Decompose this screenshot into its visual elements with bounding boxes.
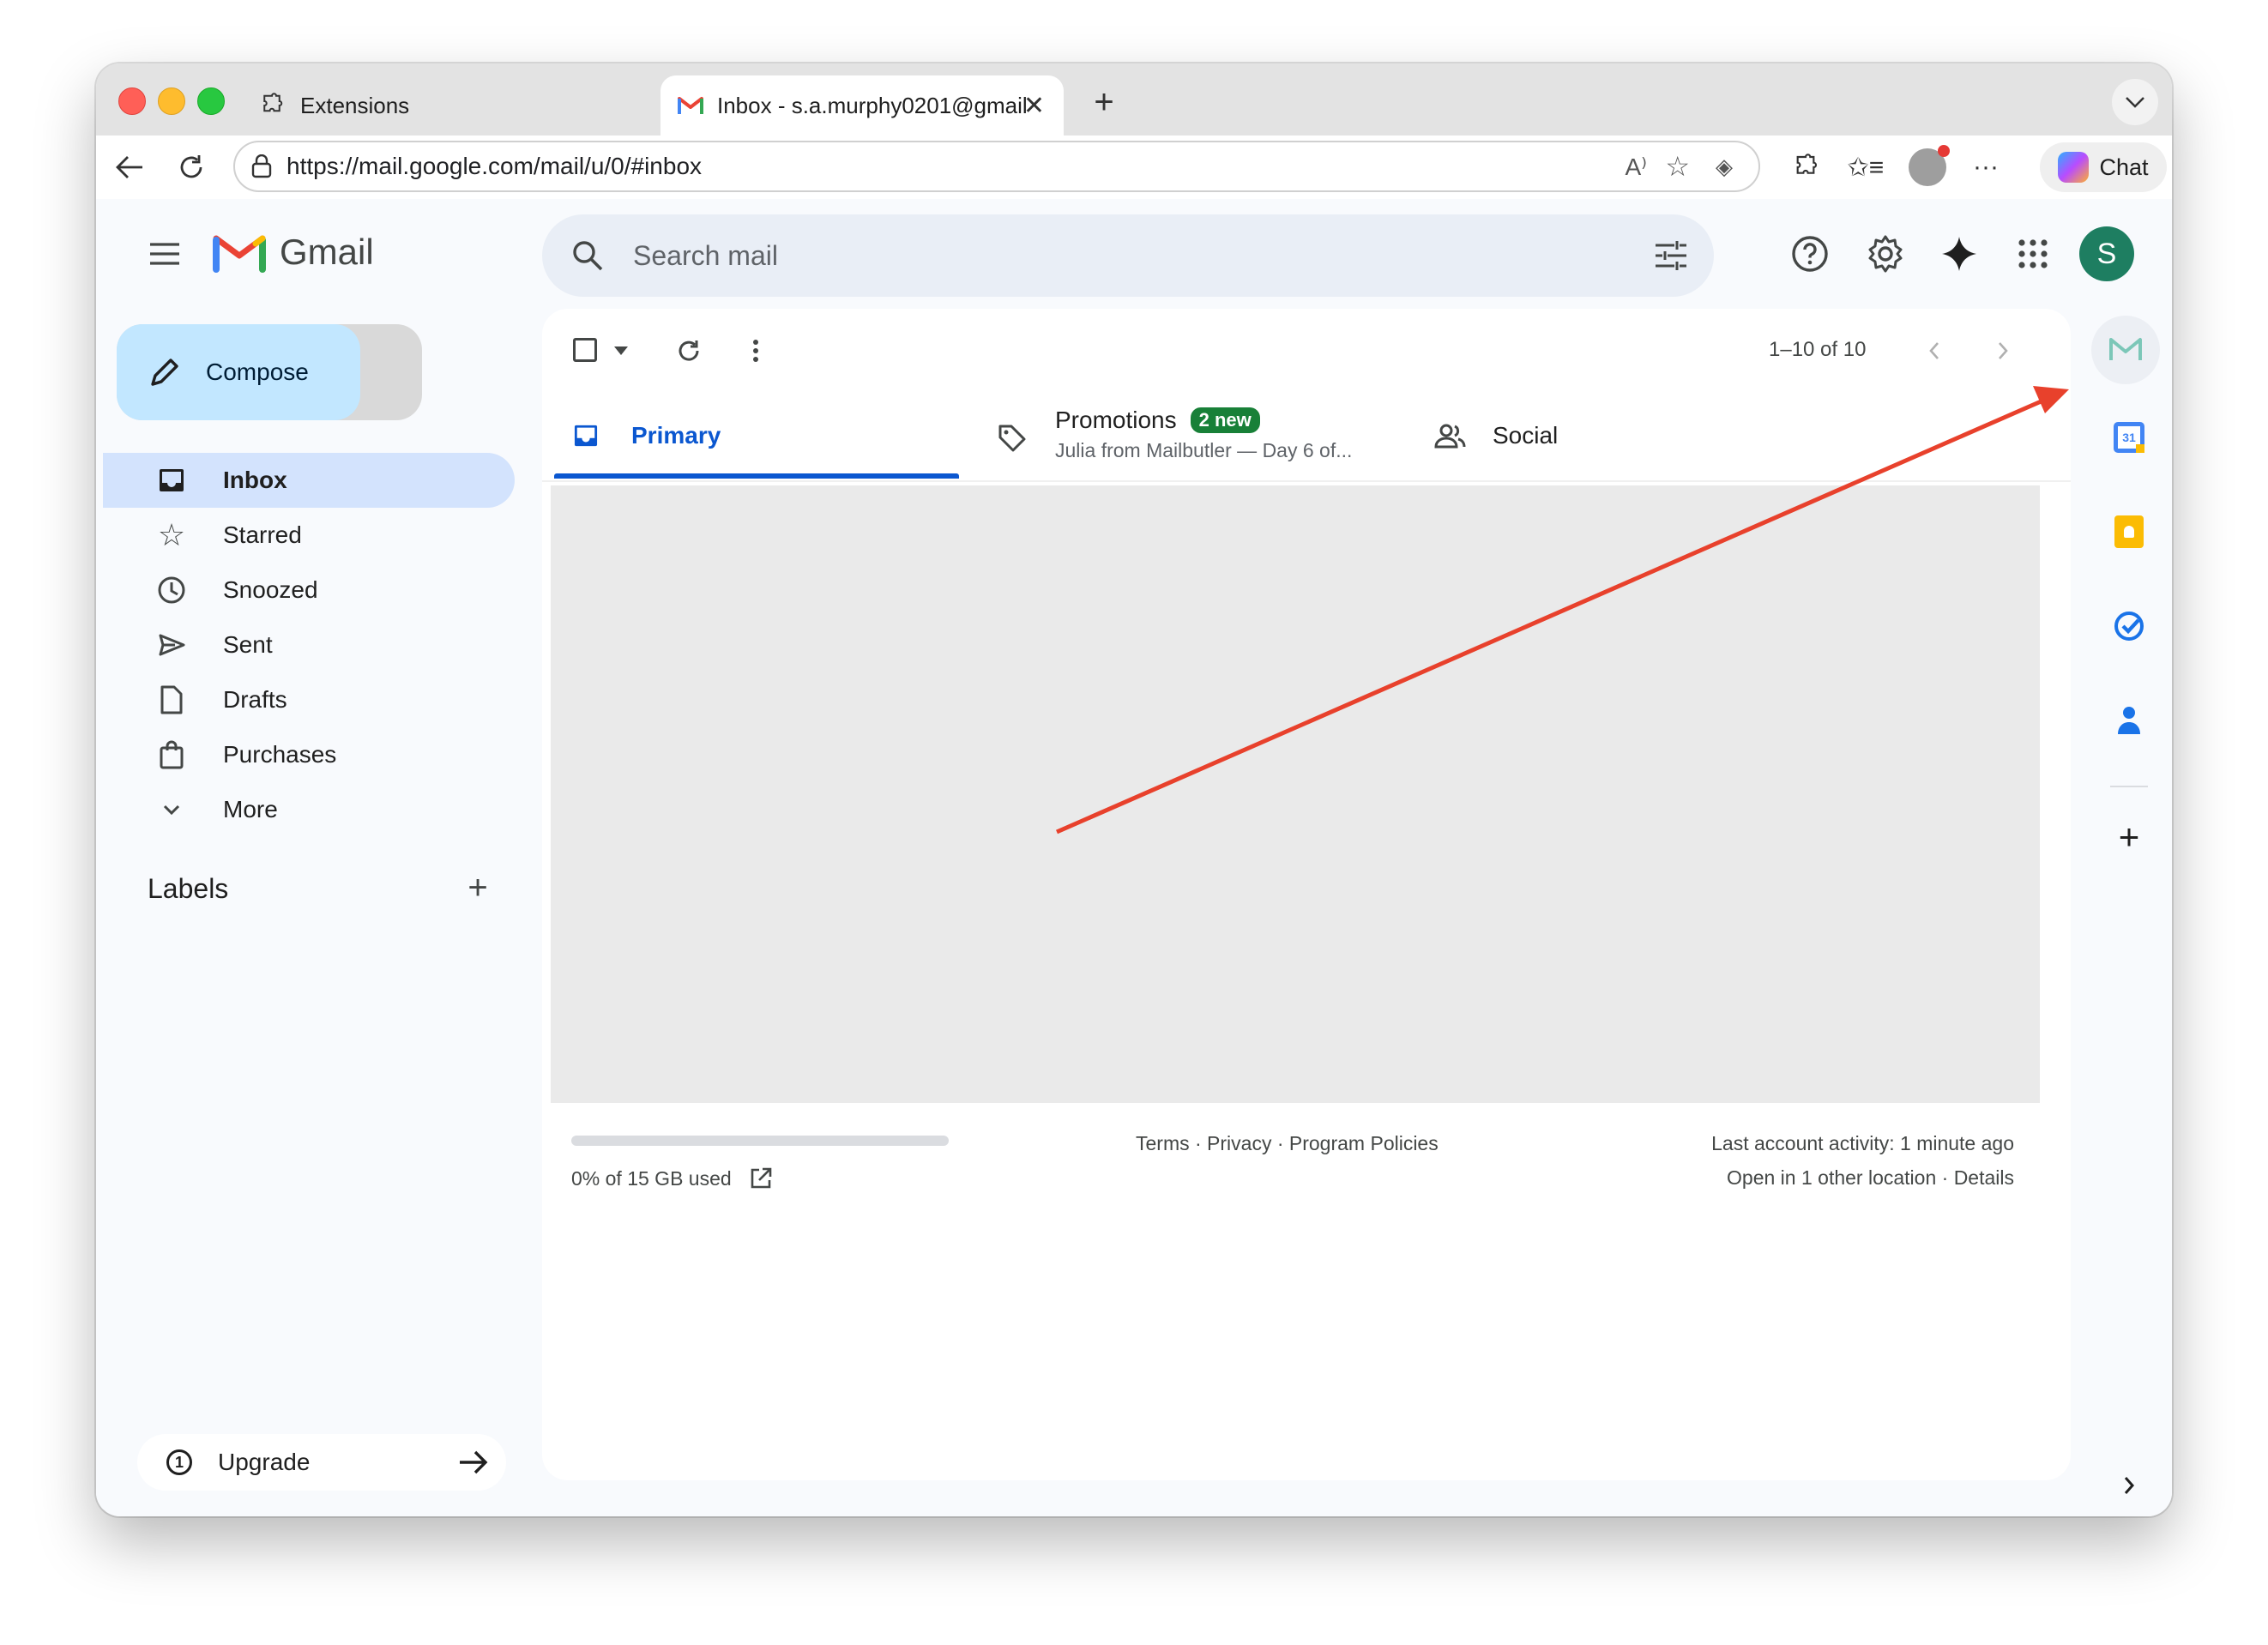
annotation-arrow bbox=[1055, 386, 2069, 835]
